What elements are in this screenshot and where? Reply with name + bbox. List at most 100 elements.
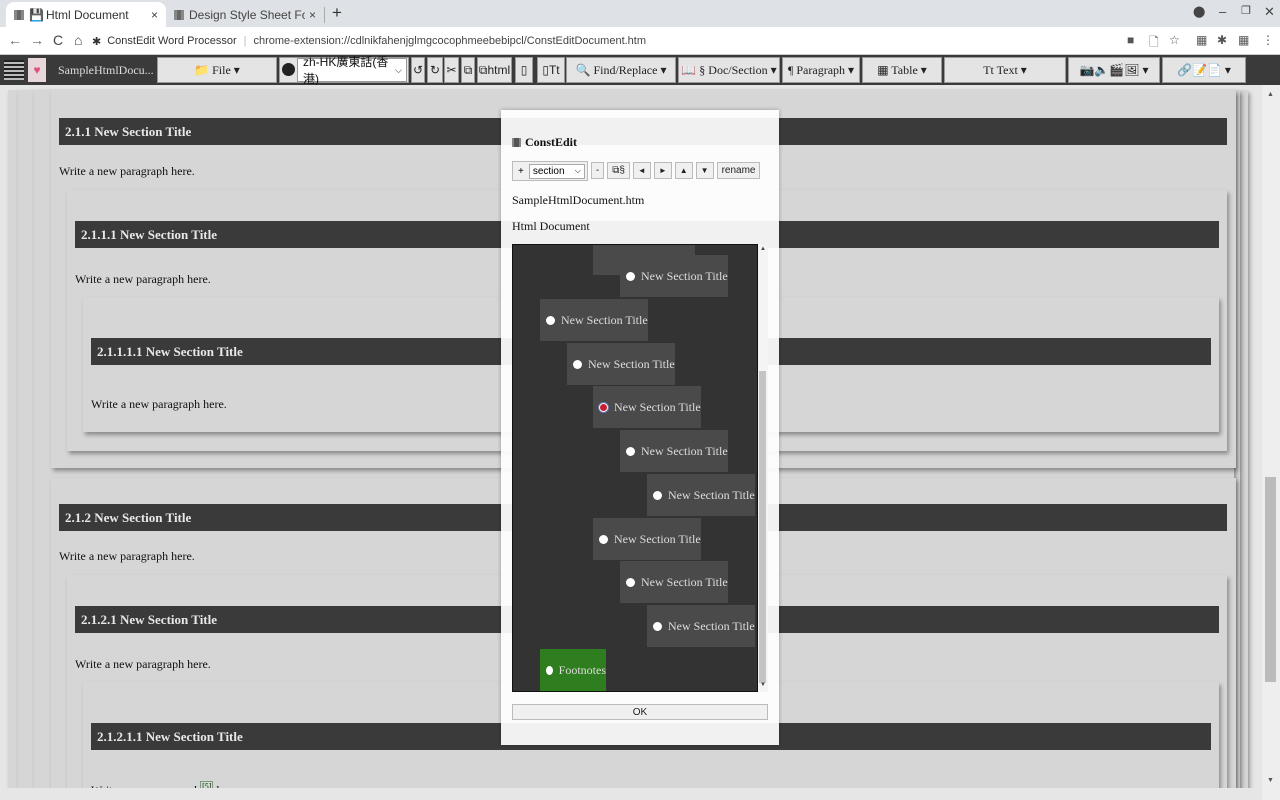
tab-close-icon[interactable]: × [151, 8, 158, 22]
address-bar-row: ← → C ⌂ ✱ ConstEdit Word Processor | chr… [0, 27, 1280, 55]
bullet-icon [626, 577, 635, 587]
reading-list-icon[interactable]: ▦ [1238, 33, 1249, 47]
tree-scrollbar[interactable]: ▲ ▼ [758, 244, 768, 692]
section-paragraph[interactable]: Write a new paragraph here. [75, 657, 211, 672]
reload-button[interactable]: C [53, 32, 63, 48]
tree-node-label: New Section Title [641, 574, 728, 589]
paragraph-button[interactable]: ¶ Paragraph ▾ [782, 57, 860, 83]
tree-node[interactable]: New Section Title [620, 255, 728, 297]
tree-node-selected[interactable]: New Section Title [593, 386, 701, 428]
move-right-button[interactable]: ► [653, 162, 672, 179]
tree-node[interactable]: New Section Title [647, 605, 755, 647]
tab-close-icon[interactable]: × [309, 8, 316, 22]
tree-node[interactable]: New Section Title [593, 518, 701, 560]
add-section-group: + section ⌵ [512, 161, 588, 181]
section-paragraph[interactable]: Write a new paragraph here. [59, 549, 195, 564]
scroll-down-arrow[interactable]: ▼ [1267, 777, 1274, 784]
cut-button[interactable]: ✂ [444, 57, 459, 83]
section-paragraph[interactable]: Write a new paragraph here. [75, 272, 211, 287]
tab-design-style-sheet[interactable]: Design Style Sheet For Ht × [166, 2, 324, 27]
minimize-button[interactable]: – [1219, 4, 1226, 19]
scroll-up-arrow[interactable]: ▲ [1267, 91, 1274, 98]
omnibox[interactable]: ✱ ConstEdit Word Processor | chrome-exte… [92, 30, 1192, 52]
file-name: SampleHtmlDocument.htm [512, 193, 645, 207]
tree-node[interactable]: New Section Title [540, 299, 648, 341]
constedit-favicon [14, 9, 24, 20]
page-scrollbar[interactable]: ▲ ▼ [1262, 85, 1280, 800]
bullet-icon [599, 534, 608, 544]
extension-icon: ✱ [92, 35, 102, 48]
ok-button[interactable]: OK [512, 704, 768, 720]
constedit-extension-icon[interactable]: ▦ [1196, 33, 1207, 47]
tree-node-label: New Section Title [668, 618, 755, 633]
section-controls: + section ⌵ - ⧉§ ◄ ► ▲ ▼ rename [512, 161, 761, 181]
tree-scroll-down-arrow[interactable]: ▼ [760, 682, 766, 688]
close-window-button[interactable]: ✕ [1264, 4, 1275, 20]
section-tree[interactable]: New Section Title New Section Title New … [512, 244, 758, 692]
section-type-value: section [532, 165, 565, 177]
back-button[interactable]: ← [8, 32, 22, 48]
restore-button[interactable]: ❐ [1241, 4, 1251, 17]
section-paragraph[interactable]: Write a new paragraph here. [59, 164, 195, 179]
duplicate-section-button[interactable]: ⧉§ [607, 162, 630, 179]
tree-node[interactable]: New Section Title [620, 561, 728, 603]
copy-html-button[interactable]: ⧉html [477, 57, 512, 83]
file-menu-button[interactable]: 📁 File ▾ [157, 57, 277, 83]
media-button[interactable]: 📷🔈🎬🖼 ▾ [1068, 57, 1160, 83]
tree-node-label: New Section Title [614, 531, 701, 546]
tab-html-document[interactable]: 💾 Html Document × [6, 2, 166, 27]
text-button[interactable]: Tt Text ▾ [944, 57, 1066, 83]
save-page-icon[interactable]: 🗋 [1149, 33, 1159, 54]
forward-button[interactable]: → [30, 32, 44, 48]
table-button[interactable]: ▦ Table ▾ [862, 57, 942, 83]
omnibox-divider: | [243, 35, 247, 47]
language-select[interactable]: zh-HK廣東話(香港) ⌵ [297, 55, 407, 86]
section-type-select[interactable]: section ⌵ [528, 163, 585, 179]
bullet-icon [546, 665, 553, 675]
profile-icon[interactable]: ⬤ [1193, 5, 1205, 18]
redo-button[interactable]: ↻ [427, 57, 443, 83]
page-text-button[interactable]: ▯Tt [537, 57, 565, 83]
page-icon-button[interactable]: ▯ [515, 57, 533, 83]
section-navigator-dialog: ConstEdit + section ⌵ - ⧉§ ◄ ► ▲ ▼ renam… [501, 110, 779, 745]
app-toolbar: ♥ SampleHtmlDocu... 📁 File ▾ zh-HK廣東話(香港… [0, 55, 1280, 86]
tree-node[interactable]: New Section Title [567, 343, 675, 385]
bullet-icon [573, 359, 582, 369]
tree-scrollbar-thumb[interactable] [759, 371, 766, 683]
record-dot-icon[interactable] [282, 63, 295, 76]
constedit-logo-icon [512, 138, 521, 147]
tree-node[interactable]: New Section Title [647, 474, 755, 516]
find-replace-button[interactable]: 🔍 Find/Replace ▾ [566, 57, 676, 83]
add-section-button[interactable]: + [515, 166, 527, 177]
tree-node-label: New Section Title [614, 399, 701, 414]
link-note-button[interactable]: 🔗📝📄 ▾ [1162, 57, 1246, 83]
camera-icon[interactable]: ■ [1127, 33, 1134, 47]
document-name: SampleHtmlDocu... [58, 62, 154, 77]
undo-button[interactable]: ↺ [411, 57, 425, 83]
tree-node-label: Footnotes [558, 662, 606, 677]
heart-icon[interactable]: ♥ [28, 58, 46, 82]
move-up-button[interactable]: ▲ [674, 162, 693, 179]
tree-node-label: New Section Title [561, 312, 648, 327]
tree-scroll-up-arrow[interactable]: ▲ [760, 246, 766, 252]
browser-menu-icon[interactable]: ⋮ [1262, 33, 1274, 47]
tree-node-footnotes[interactable]: Footnotes [540, 649, 606, 691]
site-name: ConstEdit Word Processor [107, 35, 237, 47]
extensions-puzzle-icon[interactable]: ✱ [1217, 33, 1227, 47]
hamburger-menu-icon[interactable] [4, 60, 24, 80]
bookmark-star-icon[interactable]: ☆ [1169, 33, 1180, 47]
dialog-title: ConstEdit [512, 135, 577, 150]
section-paragraph[interactable]: Write a new paragraph here. [91, 397, 227, 412]
copy-button[interactable]: ⧉ [461, 57, 475, 83]
rename-button[interactable]: rename [716, 162, 761, 179]
home-button[interactable]: ⌂ [74, 32, 82, 48]
bullet-icon [626, 446, 635, 456]
tree-node[interactable]: New Section Title [620, 430, 728, 472]
new-tab-button[interactable]: + [332, 3, 342, 23]
doc-section-button[interactable]: 📖 § Doc/Section ▾ [678, 57, 780, 83]
move-down-button[interactable]: ▼ [695, 162, 714, 179]
scrollbar-thumb[interactable] [1265, 477, 1276, 682]
language-value: zh-HK廣東話(香港) [303, 55, 389, 86]
remove-section-button[interactable]: - [590, 162, 605, 179]
move-left-button[interactable]: ◄ [632, 162, 651, 179]
